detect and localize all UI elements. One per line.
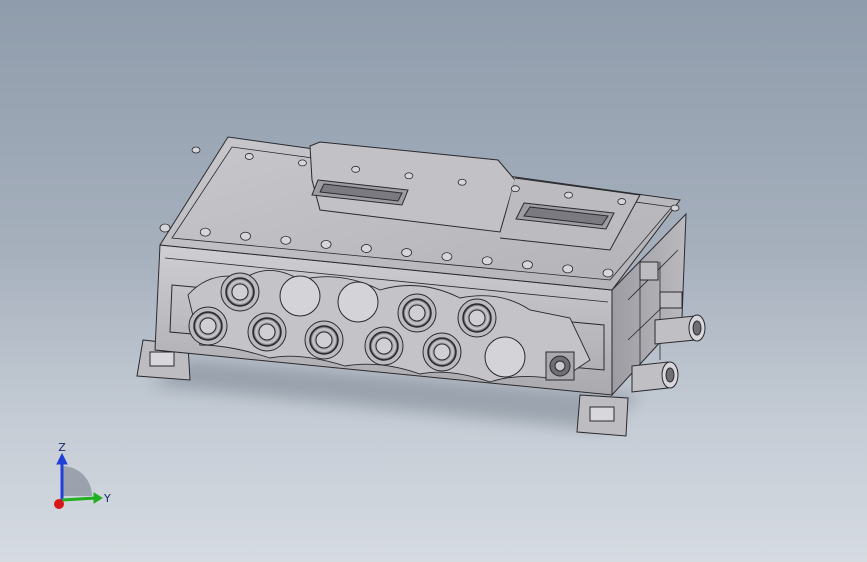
flange-bolt bbox=[199, 227, 211, 237]
cable-gland bbox=[457, 298, 497, 338]
flange-bolt bbox=[191, 146, 201, 154]
flange-bolt bbox=[320, 239, 332, 249]
flange-bolt bbox=[481, 256, 493, 266]
flange-bolt bbox=[240, 231, 251, 241]
blank-plate-3 bbox=[484, 336, 526, 378]
flange-bolt bbox=[602, 268, 614, 278]
flange-bolt bbox=[670, 204, 680, 212]
cable-gland bbox=[188, 306, 228, 346]
coolant-pipe-lower bbox=[631, 361, 679, 393]
blank-plate-2 bbox=[337, 281, 379, 323]
coolant-pipe-upper bbox=[654, 314, 706, 345]
y-axis-arrow bbox=[61, 496, 97, 502]
flange-bolt bbox=[522, 260, 533, 270]
flange-bolt bbox=[244, 153, 254, 160]
flange-bolt bbox=[564, 191, 573, 199]
cable-gland bbox=[247, 312, 287, 352]
z-axis-label: Z bbox=[58, 441, 66, 454]
cable-gland bbox=[397, 293, 437, 333]
flange-bolt bbox=[404, 172, 414, 180]
flange-bolt bbox=[298, 159, 307, 167]
flange-bolt bbox=[401, 248, 413, 257]
flange-bolt bbox=[562, 264, 574, 274]
flange-bolt bbox=[457, 178, 467, 186]
blank-plate-1 bbox=[279, 275, 321, 317]
cable-gland bbox=[422, 332, 462, 372]
flange-bolt bbox=[441, 252, 453, 262]
flange-bolt bbox=[360, 244, 372, 253]
y-axis-label: Y bbox=[103, 492, 111, 505]
flange-bolt bbox=[351, 165, 361, 173]
flange-bolt bbox=[280, 235, 292, 245]
cable-gland bbox=[304, 320, 344, 360]
cable-gland bbox=[220, 272, 260, 312]
x-axis-point bbox=[54, 499, 64, 509]
enclosure-3d-model[interactable] bbox=[0, 0, 867, 562]
flange-bolt bbox=[510, 185, 520, 193]
flange-bolt bbox=[617, 198, 627, 205]
cable-gland bbox=[364, 326, 404, 366]
circular-connector bbox=[545, 351, 575, 381]
flange-bolt bbox=[159, 223, 171, 233]
mounting-foot-right bbox=[576, 394, 629, 437]
coordinate-triad: Z Y bbox=[54, 441, 111, 509]
graphics-viewport[interactable]: Z Y bbox=[0, 0, 867, 562]
